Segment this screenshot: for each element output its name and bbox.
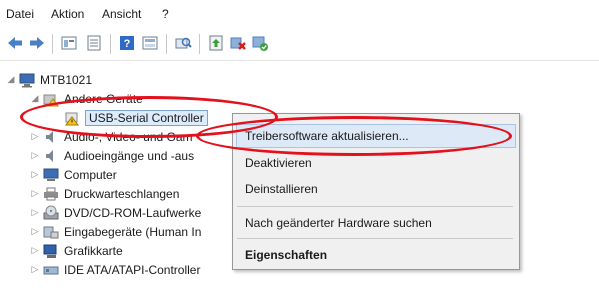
expand-arrow-icon[interactable]: ▷ (30, 188, 40, 199)
properties-view-icon[interactable] (60, 34, 78, 52)
svg-text:?: ? (124, 38, 131, 50)
list-view-icon[interactable] (85, 34, 103, 52)
toolbar-divider (199, 34, 200, 54)
expand-arrow-icon[interactable]: ▷ (30, 150, 40, 161)
help-icon[interactable]: ? (118, 34, 136, 52)
forward-arrow-icon[interactable] (28, 34, 46, 52)
tree-item[interactable]: ▷ IDE ATA/ATAPI-Controller (30, 260, 201, 279)
menu-datei[interactable]: Datei (6, 7, 34, 21)
computer-icon (19, 73, 35, 87)
expand-arrow-icon[interactable]: ▷ (30, 169, 40, 180)
ide-controller-icon (43, 266, 59, 274)
uninstall-device-icon[interactable] (229, 34, 247, 52)
toolbar: ? (0, 26, 599, 61)
tree-item[interactable]: ▷ Grafikkarte (30, 241, 123, 260)
tree-item[interactable]: ▷ Druckwarteschlangen (30, 184, 180, 203)
menu-bar: Datei Aktion Ansicht ? (0, 0, 599, 24)
expand-arrow-icon[interactable]: ▷ (30, 226, 40, 237)
tree-item[interactable]: ▷ Audioeingänge und -aus (30, 146, 195, 165)
toolbar-divider (166, 34, 167, 54)
printer-icon (44, 187, 58, 200)
monitor-icon (43, 168, 59, 181)
expand-arrow-icon[interactable]: ▷ (30, 264, 40, 275)
tree-item-label: Eingabegeräte (Human In (64, 224, 202, 239)
menu-aktion[interactable]: Aktion (51, 7, 84, 21)
menu-item-disable[interactable]: Deaktivieren (245, 156, 312, 170)
root-label: MTB1021 (40, 72, 93, 87)
tree-item-label: DVD/CD-ROM-Laufwerke (64, 205, 202, 220)
tree-item[interactable]: ▷ Eingabegeräte (Human In (30, 222, 202, 241)
tree-item-label: Druckwarteschlangen (64, 186, 180, 201)
annotation-ellipse-menu-item (196, 116, 512, 156)
menu-divider (237, 238, 513, 239)
details-view-icon[interactable] (141, 34, 159, 52)
toolbar-divider (110, 34, 111, 54)
back-arrow-icon[interactable] (6, 34, 24, 52)
tree-item-label: Computer (64, 167, 117, 182)
speaker-icon (46, 149, 53, 162)
optical-drive-icon (43, 205, 59, 219)
expand-arrow-icon[interactable]: ▷ (30, 207, 40, 218)
expand-arrow-icon[interactable]: ▷ (30, 131, 40, 142)
scan-hardware-icon[interactable] (174, 34, 192, 52)
menu-ansicht[interactable]: Ansicht (102, 7, 141, 21)
collapse-arrow-icon[interactable]: ◢ (30, 93, 40, 104)
tree-item[interactable]: ▷ Computer (30, 165, 117, 184)
menu-item-uninstall[interactable]: Deinstallieren (245, 182, 318, 196)
menu-help[interactable]: ? (162, 7, 169, 21)
menu-item-scan[interactable]: Nach geänderter Hardware suchen (245, 216, 432, 230)
input-device-icon (43, 226, 59, 238)
tree-item-label: Audioeingänge und -aus (64, 148, 195, 163)
tree-item-label: IDE ATA/ATAPI-Controller (64, 262, 201, 277)
menu-divider (237, 206, 513, 207)
collapse-arrow-icon[interactable]: ◢ (6, 74, 16, 85)
tree-item-label: Grafikkarte (64, 243, 123, 258)
display-adapter-icon (43, 244, 57, 258)
toolbar-divider (52, 34, 53, 54)
menu-item-properties[interactable]: Eigenschaften (245, 248, 327, 262)
expand-arrow-icon[interactable]: ▷ (30, 245, 40, 256)
update-driver-icon[interactable] (207, 34, 225, 52)
tree-root[interactable]: ◢ MTB1021 (6, 70, 92, 89)
tree-item[interactable]: ▷ DVD/CD-ROM-Laufwerke (30, 203, 201, 222)
enable-device-icon[interactable] (251, 34, 269, 52)
